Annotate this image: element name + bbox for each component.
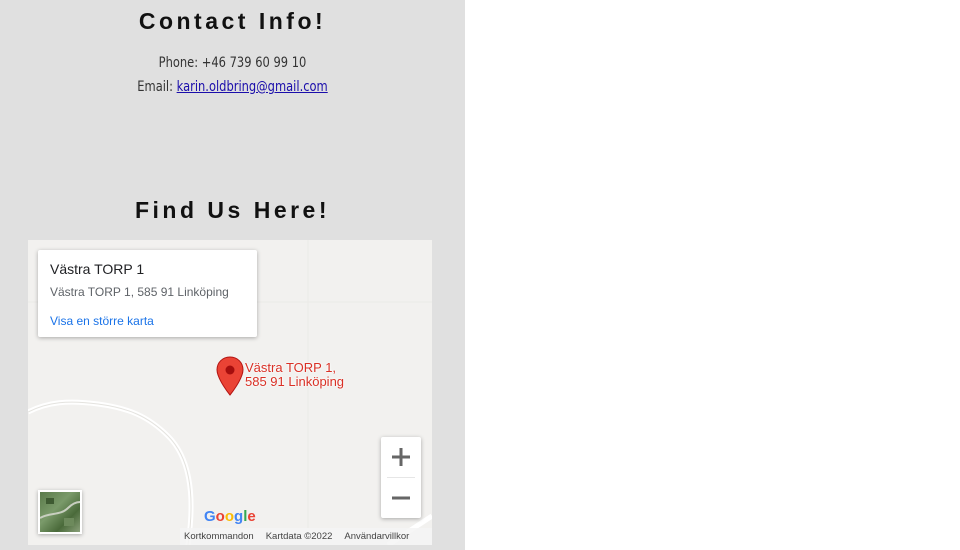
view-larger-map-link[interactable]: Visa en större karta — [50, 314, 154, 328]
embedded-map[interactable]: Västra TORP 1 Västra TORP 1, 585 91 Link… — [28, 240, 432, 545]
place-info-card: Västra TORP 1 Västra TORP 1, 585 91 Link… — [38, 250, 257, 337]
email-link[interactable]: karin.oldbring@gmail.com — [177, 79, 328, 95]
keyboard-shortcuts-link[interactable]: Kortkommandon — [184, 531, 254, 542]
place-title: Västra TORP 1 — [50, 261, 145, 277]
logo-letter: o — [215, 508, 225, 525]
email-label: Email: — [137, 79, 177, 95]
map-data-credit: Kartdata ©2022 — [265, 531, 333, 542]
place-address: Västra TORP 1, 585 91 Linköping — [50, 285, 229, 299]
satellite-layer-icon — [40, 498, 80, 526]
terms-link[interactable]: Användarvillkor — [344, 531, 409, 542]
satellite-layer-button[interactable] — [38, 490, 82, 534]
zoom-controls — [381, 437, 421, 518]
logo-letter: o — [224, 508, 235, 525]
email-line: Email: karin.oldbring@gmail.com — [42, 79, 423, 95]
plus-icon — [392, 448, 410, 466]
contact-info-heading: Contact Info! — [138, 8, 327, 34]
logo-letter: g — [234, 508, 244, 525]
pin-label: Västra TORP 1, 585 91 Linköping — [245, 361, 344, 389]
phone-line: Phone: +46 739 60 99 10 — [158, 55, 307, 71]
logo-letter: G — [204, 508, 216, 525]
map-pin-icon[interactable] — [216, 356, 244, 396]
minus-icon — [392, 496, 410, 500]
google-logo: Google — [204, 508, 256, 525]
pin-label-line1: Västra TORP 1, — [245, 360, 337, 375]
zoom-in-button[interactable] — [381, 437, 421, 477]
zoom-out-button[interactable] — [381, 478, 421, 518]
contact-panel: Contact Info! Phone: +46 739 60 99 10 Em… — [0, 0, 465, 550]
logo-letter: e — [247, 508, 256, 525]
map-footer: Kortkommandon Kartdata ©2022 Användarvil… — [180, 528, 432, 545]
find-us-heading: Find Us Here! — [134, 197, 331, 223]
pin-label-line2: 585 91 Linköping — [245, 374, 345, 389]
